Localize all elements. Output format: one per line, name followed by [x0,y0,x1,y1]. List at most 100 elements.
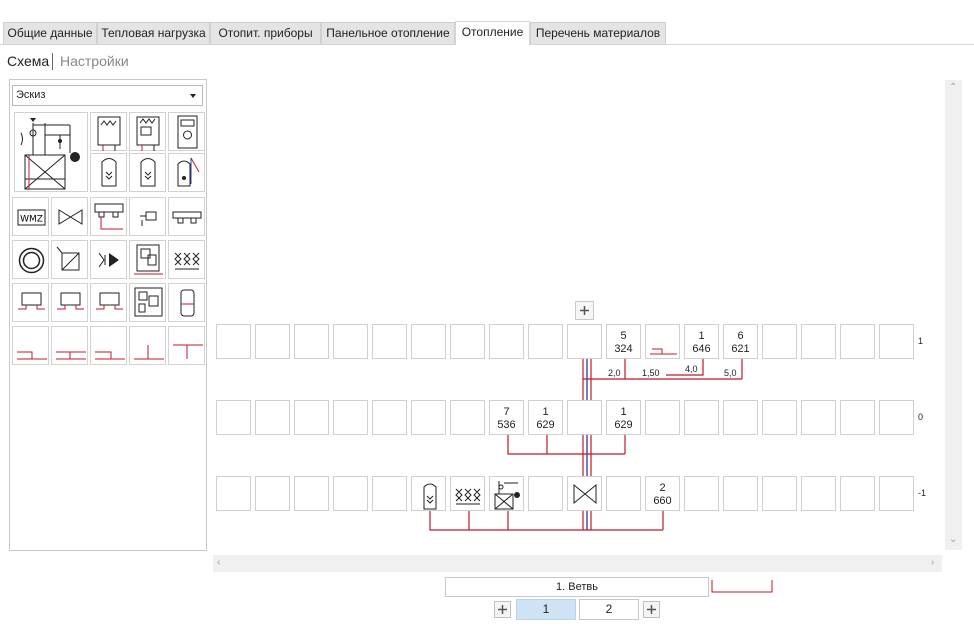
scheme-cell[interactable] [762,476,797,511]
tab-heat-load[interactable]: Тепловая нагрузка [97,22,210,44]
palette-floor-boiler[interactable] [168,112,205,151]
scheme-cell[interactable] [294,476,329,511]
scheme-cell[interactable] [372,400,407,435]
palette-valve[interactable] [51,197,88,236]
tab-general-data[interactable]: Общие данные [3,22,97,44]
palette-category-select[interactable]: Эскиз [12,85,203,106]
scheme-cell[interactable] [294,324,329,359]
scroll-left-icon[interactable]: ‹ [217,557,220,568]
page-tab-1[interactable]: 1 [516,599,576,620]
palette-solar-tank[interactable] [168,153,205,192]
scheme-cell[interactable] [255,324,290,359]
scroll-down-icon[interactable]: ⌄ [949,534,957,545]
scheme-cell[interactable] [723,476,758,511]
scheme-cell[interactable] [723,400,758,435]
scheme-canvas[interactable]: 5 324 1 646 6 621 7 536 1 629 1 629 2 660 1 0 -1 2,0 … [214,80,944,555]
scheme-cell[interactable] [645,400,680,435]
scheme-cell[interactable]: 2 660 [645,476,680,511]
scheme-cell[interactable] [372,324,407,359]
scheme-cell[interactable] [801,400,836,435]
scheme-cell[interactable] [216,400,251,435]
page-tab-2[interactable]: 2 [579,599,639,620]
palette-radiator[interactable] [12,283,49,322]
scheme-cell[interactable] [801,476,836,511]
scheme-cell[interactable] [840,476,875,511]
scheme-cell[interactable] [372,476,407,511]
tab-materials-list[interactable]: Перечень материалов [530,22,666,44]
horizontal-scrollbar[interactable]: ‹ › [213,555,942,572]
scheme-cell[interactable] [294,400,329,435]
add-page-left-button[interactable] [494,601,511,618]
scheme-cell[interactable] [567,324,602,359]
scheme-cell[interactable] [450,324,485,359]
vertical-scrollbar[interactable]: ⌃ ⌄ [945,80,962,550]
palette-wall-boiler[interactable] [90,112,127,151]
scheme-cell[interactable]: 7 536 [489,400,524,435]
scheme-cell[interactable] [801,324,836,359]
scheme-cell[interactable] [684,476,719,511]
palette-pipe-cross[interactable] [51,326,88,365]
scheme-cell[interactable] [528,324,563,359]
subtab-settings[interactable]: Настройки [60,53,129,69]
scheme-cell[interactable] [333,324,368,359]
palette-tank-2[interactable] [129,153,166,192]
branch-name-field[interactable]: 1. Ветвь [445,577,709,597]
palette-pipe-end[interactable] [90,326,127,365]
add-floor-button[interactable] [575,301,594,320]
palette-heat-meter[interactable]: WMZ [12,197,49,236]
scheme-cell[interactable]: 1 646 [684,324,719,359]
palette-radiator-3[interactable] [90,283,127,322]
scheme-cell[interactable] [333,476,368,511]
palette-station[interactable] [129,240,166,279]
scheme-cell[interactable] [762,400,797,435]
palette-pump[interactable] [90,240,127,279]
scheme-cell[interactable] [255,476,290,511]
tank-icon [412,477,445,513]
tab-heating[interactable]: Отопление [455,21,530,45]
scheme-cell[interactable] [489,324,524,359]
scheme-cell[interactable] [333,400,368,435]
palette-manifold[interactable] [90,197,127,236]
scheme-cell[interactable] [528,476,563,511]
palette-boiler-station[interactable] [14,112,88,192]
scheme-cell[interactable] [216,476,251,511]
scheme-cell[interactable] [216,324,251,359]
palette-mixer[interactable] [51,240,88,279]
scheme-cell[interactable] [879,476,914,511]
scheme-cell[interactable] [567,400,602,435]
add-page-right-button[interactable] [643,601,660,618]
scroll-up-icon[interactable]: ⌃ [949,82,957,93]
scheme-cell[interactable] [411,324,446,359]
palette-pipe-branch[interactable] [129,326,166,365]
scheme-cell[interactable]: 5 324 [606,324,641,359]
scheme-cell[interactable] [684,400,719,435]
palette-pipe-tee[interactable] [12,326,49,365]
palette-radiator-2[interactable] [51,283,88,322]
palette-station-2[interactable] [129,283,166,322]
scheme-cell[interactable] [762,324,797,359]
scheme-cell[interactable]: 6 621 [723,324,758,359]
scheme-cell[interactable]: 1 629 [528,400,563,435]
cylinder-icon [180,289,195,317]
palette-cylinder[interactable] [168,283,205,322]
scheme-cell[interactable] [606,476,641,511]
palette-pipe-connector[interactable] [168,197,205,236]
scheme-cell[interactable] [450,400,485,435]
palette-valve-group[interactable] [168,240,205,279]
palette-wall-boiler-control[interactable] [129,112,166,151]
palette-radiator-valve[interactable] [129,197,166,236]
palette-tank[interactable] [90,153,127,192]
scheme-cell[interactable] [840,400,875,435]
tab-heating-devices[interactable]: Отопит. приборы [210,22,321,44]
scheme-cell[interactable] [879,400,914,435]
scheme-cell[interactable] [879,324,914,359]
scheme-cell[interactable] [411,400,446,435]
scroll-right-icon[interactable]: › [931,557,934,568]
subtab-scheme[interactable]: Схема [7,53,49,69]
tab-panel-heating[interactable]: Панельное отопление [321,22,455,44]
palette-pipe-top-tee[interactable] [168,326,205,365]
scheme-cell[interactable] [255,400,290,435]
scheme-cell[interactable] [840,324,875,359]
palette-ring[interactable] [12,240,49,279]
scheme-cell[interactable]: 1 629 [606,400,641,435]
